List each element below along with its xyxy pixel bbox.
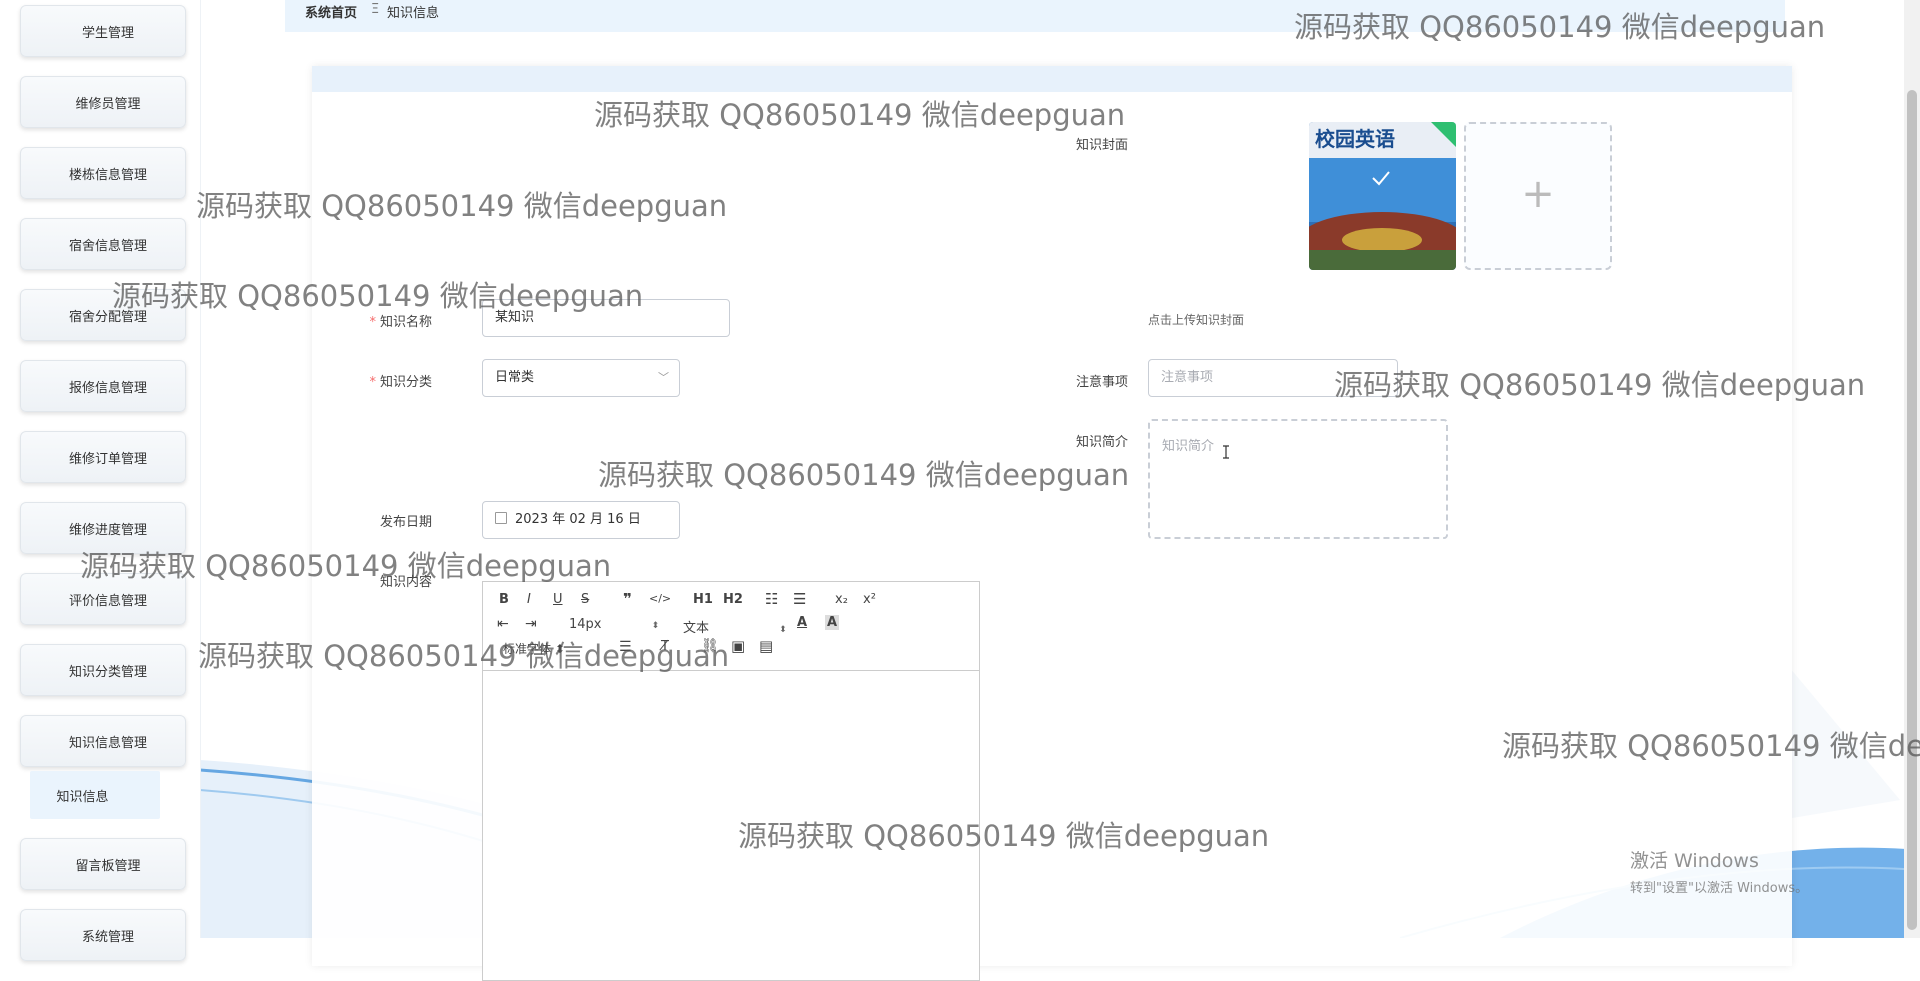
intro-textarea[interactable]: 知识简介 (1148, 419, 1448, 539)
chevron-down-icon: ﹀ (658, 371, 669, 384)
cover-label: 知识封面 (1075, 138, 1128, 153)
plus-icon: + (1521, 171, 1555, 217)
required-asterisk: * (369, 315, 376, 330)
calendar-icon (495, 511, 507, 524)
sidebar-item-repair-info[interactable]: 报修信息管理 (20, 360, 186, 412)
watermark-text: 源码获取 QQ86050149 微信deepguan (598, 458, 1130, 492)
superscript-button[interactable]: x² (863, 592, 876, 607)
ordered-list-icon[interactable]: ☷ (765, 590, 778, 608)
magazine-cover-image: 校园英语 (1309, 122, 1456, 270)
watermark-text: 源码获取 QQ86050149 微信de (1502, 729, 1920, 763)
sidebar-item-label: 知识分类管理 (68, 665, 147, 680)
indent-icon[interactable]: ⇤ (497, 616, 509, 632)
watermark-text: 源码获取 QQ86050149 微信deepguan (198, 639, 730, 673)
breadcrumb-separator: Ξ (371, 2, 380, 17)
font-color-icon[interactable]: A (797, 615, 807, 630)
sidebar-item-label: 学生管理 (81, 26, 134, 41)
notice-label: 注意事项 (1075, 375, 1128, 390)
watermark-text: 源码获取 QQ86050149 微信deepguan (112, 279, 644, 313)
strike-button[interactable]: S (581, 592, 589, 607)
sidebar-item-label: 维修订单管理 (68, 452, 147, 467)
cover-image[interactable]: 校园英语 (1309, 122, 1456, 270)
sidebar-item-system[interactable]: 系统管理 (20, 909, 186, 961)
date-label: 发布日期 (379, 515, 432, 530)
card-header (312, 66, 1792, 92)
sidebar-item-label: 维修员管理 (75, 97, 141, 112)
blockquote-icon[interactable]: ❞ (623, 590, 632, 608)
upload-hint: 点击上传知识封面 (1148, 313, 1245, 327)
breadcrumb-home-link[interactable]: 系统首页 (305, 2, 357, 21)
watermark-text: 源码获取 QQ86050149 微信deepguan (738, 819, 1270, 853)
text-cursor-icon (1223, 445, 1229, 459)
sidebar-item-label: 维修进度管理 (68, 523, 147, 538)
windows-activation-notice: 激活 Windows 转到"设置"以激活 Windows。 (1630, 846, 1808, 896)
sidebar-item-repairmen[interactable]: 维修员管理 (20, 76, 186, 128)
sidebar-subitem-label: 知识信息 (56, 790, 109, 805)
sidebar-item-knowledge-info[interactable]: 知识信息管理 (20, 715, 186, 767)
watermark-text: 源码获取 QQ86050149 微信deepguan (1334, 368, 1866, 402)
sidebar-item-repair-orders[interactable]: 维修订单管理 (20, 431, 186, 483)
category-label-text: 知识分类 (379, 375, 432, 390)
category-label: * 知识分类 (322, 371, 432, 390)
h2-button[interactable]: H2 (723, 592, 743, 607)
h1-button[interactable]: H1 (693, 592, 713, 607)
sidebar-item-knowledge-categories[interactable]: 知识分类管理 (20, 644, 186, 696)
code-block-icon[interactable]: </> (649, 592, 671, 605)
select-arrows-icon: ⬍ (779, 625, 787, 635)
underline-button[interactable]: U (553, 592, 563, 607)
sidebar-item-label: 评价信息管理 (68, 594, 147, 609)
italic-button[interactable]: I (527, 592, 531, 607)
sidebar-item-label: 楼栋信息管理 (68, 168, 147, 183)
page-scrollbar[interactable] (1904, 0, 1920, 938)
watermark-text: 源码获取 QQ86050149 微信deepguan (80, 549, 612, 583)
sidebar-item-students[interactable]: 学生管理 (20, 5, 186, 57)
required-asterisk: * (369, 375, 376, 390)
date-value: 2023 年 02 月 16 日 (515, 512, 641, 527)
scrollbar-thumb[interactable] (1907, 90, 1917, 930)
sidebar-item-label: 报修信息管理 (68, 381, 147, 396)
subscript-button[interactable]: x₂ (835, 592, 848, 607)
activation-title: 激活 Windows (1630, 850, 1759, 872)
category-select-value: 日常类 (495, 370, 535, 385)
font-size-value: 14px (569, 617, 602, 632)
sidebar-item-label: 留言板管理 (75, 859, 141, 874)
watermark-text: 源码获取 QQ86050149 微信deepguan (1294, 10, 1826, 44)
intro-placeholder: 知识简介 (1162, 439, 1215, 454)
sidebar-item-label: 知识信息管理 (68, 736, 147, 751)
cover-title: 校园英语 (1315, 127, 1395, 151)
sidebar-item-dorms[interactable]: 宿舍信息管理 (20, 218, 186, 270)
bold-button[interactable]: B (499, 592, 509, 607)
image-icon[interactable]: ▣ (731, 637, 745, 655)
bullet-list-icon[interactable]: ☰ (793, 590, 806, 608)
intro-label: 知识简介 (1075, 435, 1128, 450)
select-arrows-icon: ⬍ (651, 621, 660, 631)
watermark-text: 源码获取 QQ86050149 微信deepguan (594, 98, 1126, 132)
category-select[interactable]: 日常类 ﹀ (482, 359, 680, 397)
video-icon[interactable]: ▤ (759, 637, 773, 655)
sidebar-item-buildings[interactable]: 楼栋信息管理 (20, 147, 186, 199)
notice-placeholder: 注意事项 (1161, 370, 1214, 385)
background-color-icon[interactable]: A (825, 615, 840, 630)
sidebar-subitem-knowledge[interactable]: 知识信息 (30, 771, 160, 819)
breadcrumb-current: 知识信息 (387, 6, 440, 21)
sidebar-item-label: 系统管理 (81, 930, 134, 945)
date-picker[interactable]: 2023 年 02 月 16 日 (482, 501, 680, 539)
name-label-text: 知识名称 (379, 315, 432, 330)
font-size-select[interactable]: 14px ⬍ (569, 617, 659, 632)
upload-cover-button[interactable]: + (1464, 122, 1612, 270)
outdent-icon[interactable]: ⇥ (525, 616, 537, 632)
sidebar-item-message-board[interactable]: 留言板管理 (20, 838, 186, 890)
sidebar-item-label: 宿舍信息管理 (68, 239, 147, 254)
sidebar: 学生管理 维修员管理 楼栋信息管理 宿舍信息管理 宿舍分配管理 报修信息管理 维… (0, 0, 201, 961)
watermark-text: 源码获取 QQ86050149 微信deepguan (196, 189, 728, 223)
activation-subtitle: 转到"设置"以激活 Windows。 (1630, 881, 1809, 896)
